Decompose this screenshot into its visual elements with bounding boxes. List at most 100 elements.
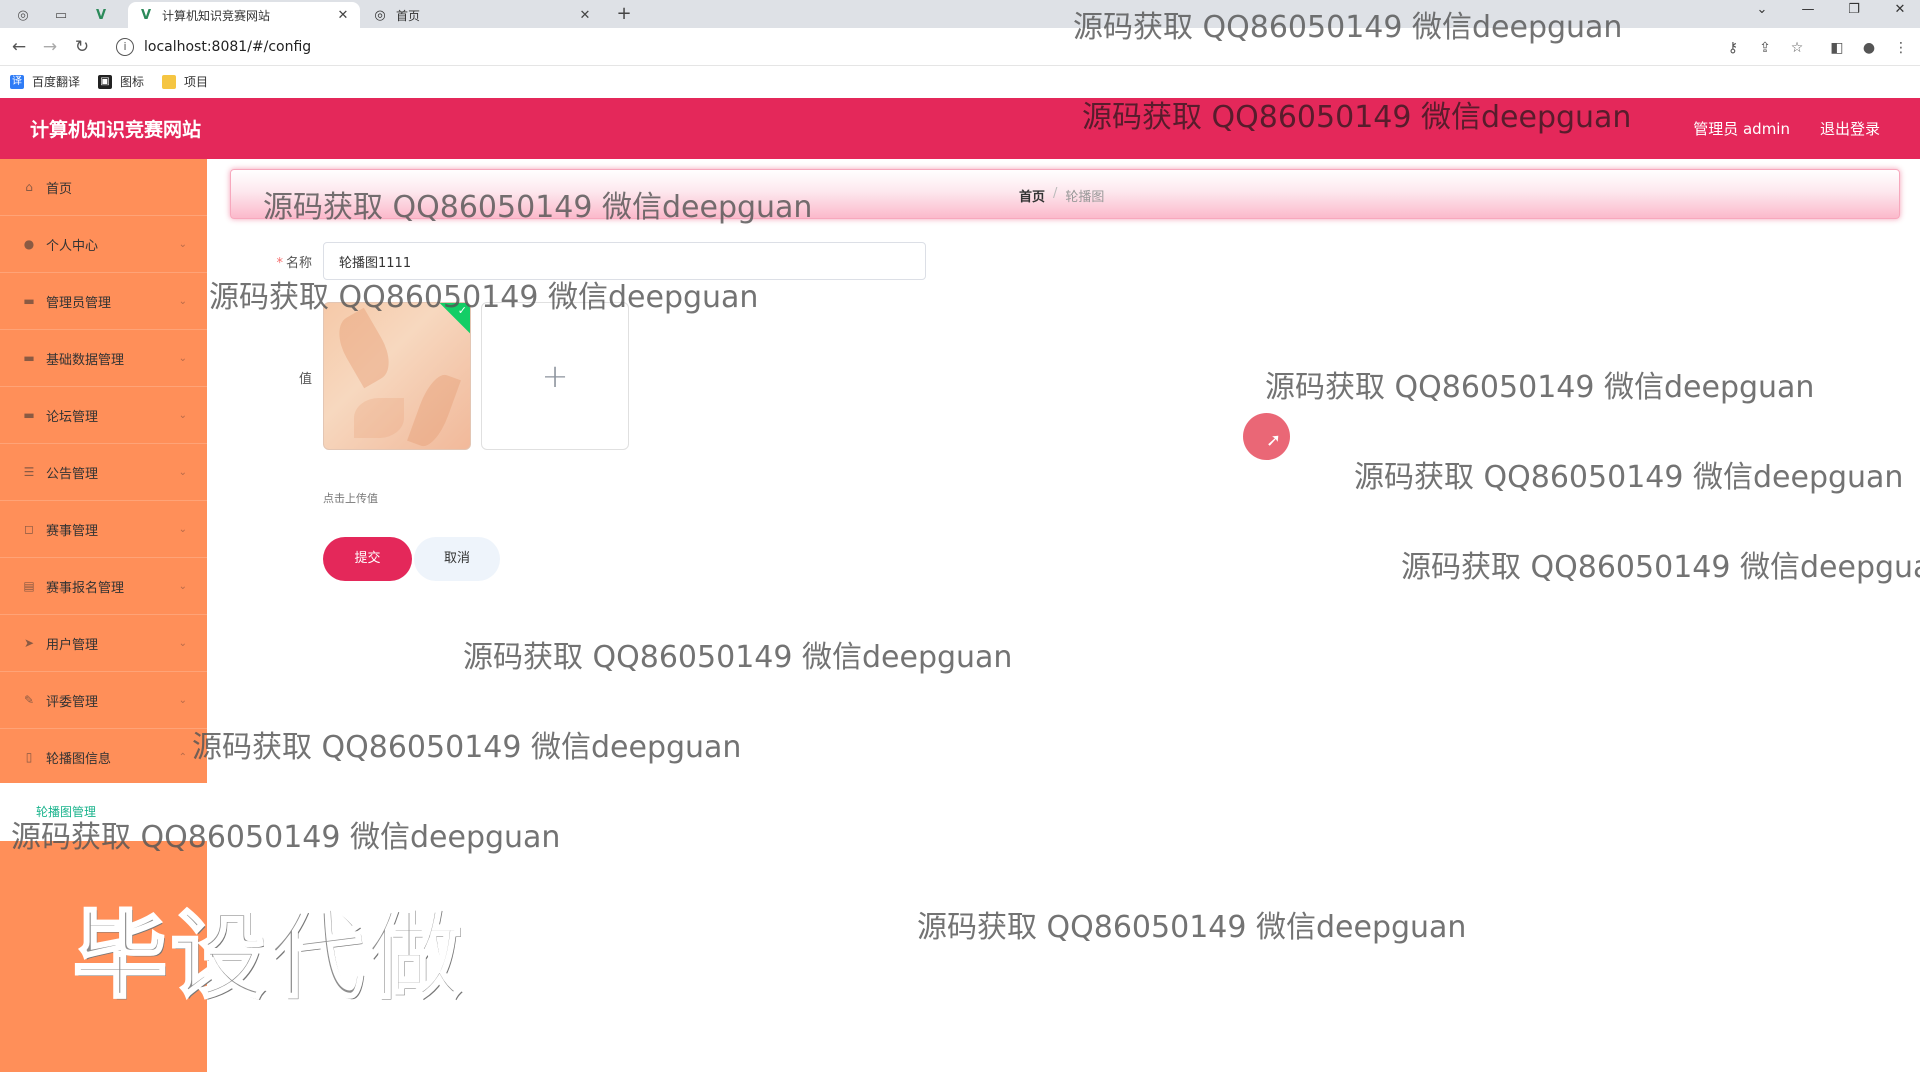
tab-pinned-vue-icon[interactable]: V: [88, 4, 114, 26]
judge-icon: ✎: [23, 693, 35, 707]
sidebar-item-home[interactable]: ⌂ 首页: [0, 159, 207, 216]
sidebar-item-label: 论坛管理: [46, 409, 99, 425]
sidebar-item-users[interactable]: ➤ 用户管理 ⌄: [0, 615, 207, 672]
back-icon[interactable]: ←: [8, 37, 30, 59]
uploaded-image-thumbnail[interactable]: ✓: [323, 302, 471, 450]
sidebar-item-contests[interactable]: ◻ 赛事管理 ⌄: [0, 501, 207, 558]
app-header: 计算机知识竞赛网站 管理员 admin 退出登录: [0, 98, 1920, 159]
tab-close-icon[interactable]: ✕: [578, 8, 592, 23]
breadcrumb-current: 轮播图: [1065, 190, 1105, 205]
folder-icon: [162, 74, 177, 89]
url-text: localhost:8081/#/config: [144, 39, 312, 55]
reload-icon[interactable]: ↻: [71, 37, 93, 59]
plus-icon: +: [541, 357, 569, 395]
bookmark-item[interactable]: 译 百度翻译: [10, 73, 80, 90]
chevron-down-icon: ⌄: [178, 523, 187, 535]
bookmark-item[interactable]: ▣ 图标: [98, 73, 144, 90]
bookmark-star-icon[interactable]: ☆: [1786, 37, 1808, 59]
site-title: 计算机知识竞赛网站: [30, 119, 202, 141]
sidebar-item-admins[interactable]: ▬ 管理员管理 ⌄: [0, 273, 207, 330]
profile-avatar-icon[interactable]: ●: [1858, 37, 1880, 59]
cancel-button[interactable]: 取消: [414, 537, 500, 581]
sidebar-item-label: 管理员管理: [46, 295, 112, 311]
restore-icon[interactable]: ❐: [1834, 0, 1874, 22]
more-menu-icon[interactable]: ⋮: [1890, 37, 1912, 59]
browser-tab-active[interactable]: V 计算机知识竞赛网站 ✕: [128, 2, 360, 28]
sidebar-item-profile[interactable]: ● 个人中心 ⌄: [0, 216, 207, 273]
bookmarks-bar: 译 百度翻译 ▣ 图标 项目: [0, 66, 1920, 97]
new-tab-icon[interactable]: +: [612, 3, 636, 25]
notice-icon: ☰: [23, 465, 35, 479]
chevron-down-icon: ⌄: [178, 694, 187, 706]
close-window-icon[interactable]: ✕: [1880, 0, 1920, 22]
bookmark-label: 项目: [184, 75, 209, 89]
required-asterisk: *: [276, 256, 283, 271]
signup-icon: ▤: [23, 579, 35, 593]
watermark: 源码获取 QQ86050149 微信deepguan: [11, 820, 561, 855]
watermark: 源码获取 QQ86050149 微信deepguan: [917, 910, 1467, 945]
globe-icon: ◎: [374, 7, 386, 23]
name-field-label: * 名称: [240, 252, 312, 271]
chevron-down-icon: ⌄: [178, 466, 187, 478]
sidebar-item-label: 首页: [46, 181, 73, 197]
admin-user-label: 管理员 admin: [1693, 120, 1790, 138]
watermark: 源码获取 QQ86050149 微信deepguan: [192, 730, 742, 765]
big-watermark: 毕设代做: [71, 901, 466, 1013]
sidebar-item-label: 个人中心: [46, 238, 99, 254]
name-input-value: 轮播图1111: [339, 255, 412, 271]
logout-link[interactable]: 退出登录: [1820, 118, 1880, 139]
tab-pinned-globe-icon[interactable]: ◎: [10, 4, 36, 26]
sidebar-item-label: 轮播图信息: [46, 751, 112, 767]
site-info-icon[interactable]: i: [116, 38, 134, 56]
browser-tab[interactable]: ◎ 首页 ✕: [362, 2, 602, 28]
sidebar-item-carousel[interactable]: ▯ 轮播图信息 ⌃: [0, 729, 207, 786]
data-icon: ▬: [23, 351, 35, 365]
chevron-down-icon: ⌄: [178, 352, 187, 364]
watermark: 源码获取 QQ86050149 微信deepguan: [1354, 460, 1904, 495]
sidebar-item-judges[interactable]: ✎ 评委管理 ⌄: [0, 672, 207, 729]
upload-add-button[interactable]: +: [481, 302, 629, 450]
breadcrumb: 首页 / 轮播图: [1019, 186, 1104, 205]
chevron-down-icon: ⌄: [178, 580, 187, 592]
key-icon[interactable]: ⚷: [1722, 37, 1744, 59]
bookmark-label: 图标: [120, 75, 145, 89]
breadcrumb-separator: /: [1053, 186, 1058, 201]
chevron-down-icon: ⌄: [178, 637, 187, 649]
side-panel-icon[interactable]: ◧: [1826, 37, 1848, 59]
sidebar-item-label: 评委管理: [46, 694, 99, 710]
sidebar-item-forum[interactable]: ▬ 论坛管理 ⌄: [0, 387, 207, 444]
carousel-icon: ▯: [25, 750, 33, 764]
watermark: 源码获取 QQ86050149 微信deepguan: [1265, 370, 1815, 405]
tab-title: 首页: [396, 8, 421, 23]
name-label-text: 名称: [285, 256, 312, 271]
mouse-pointer-icon: ➚: [1266, 430, 1282, 451]
chevron-down-icon: ⌄: [178, 238, 187, 250]
bookmark-item[interactable]: 项目: [162, 73, 208, 90]
share-icon[interactable]: ⇪: [1754, 37, 1776, 59]
sidebar-item-notices[interactable]: ☰ 公告管理 ⌄: [0, 444, 207, 501]
address-bar-row: ← → ↻ i localhost:8081/#/config ⚷ ⇪ ☆ ◧ …: [0, 28, 1920, 66]
admin-icon: ▬: [23, 294, 35, 308]
forum-icon: ▬: [23, 408, 35, 422]
forward-icon[interactable]: →: [39, 37, 61, 59]
tab-title: 计算机知识竞赛网站: [162, 8, 271, 23]
watermark: 源码获取 QQ86050149 微信deepguan: [209, 280, 759, 315]
submit-button[interactable]: 提交: [323, 537, 412, 581]
watermark: 源码获取 QQ86050149 微信deepguan: [263, 190, 813, 225]
tab-pinned-blank-icon[interactable]: ▭: [48, 4, 74, 26]
sidebar-item-label: 赛事管理: [46, 523, 99, 539]
tab-close-icon[interactable]: ✕: [336, 8, 350, 23]
sidebar-item-signups[interactable]: ▤ 赛事报名管理 ⌄: [0, 558, 207, 615]
watermark: 源码获取 QQ86050149 微信deepguan: [1082, 100, 1632, 135]
sidebar-item-basedata[interactable]: ▬ 基础数据管理 ⌄: [0, 330, 207, 387]
tab-search-chevron-icon[interactable]: ⌄: [1742, 0, 1782, 22]
leaf-decoration: [354, 398, 404, 438]
minimize-icon[interactable]: —: [1788, 0, 1828, 22]
translate-icon: 译: [10, 74, 24, 89]
bookmark-label: 百度翻译: [32, 75, 81, 89]
breadcrumb-home[interactable]: 首页: [1019, 186, 1045, 205]
upload-tip: 点击上传值: [323, 492, 378, 505]
sidebar-item-label: 用户管理: [46, 637, 99, 653]
watermark: 源码获取 QQ86050149 微信deepguan: [1401, 550, 1920, 585]
vue-logo-icon: V: [140, 7, 152, 23]
